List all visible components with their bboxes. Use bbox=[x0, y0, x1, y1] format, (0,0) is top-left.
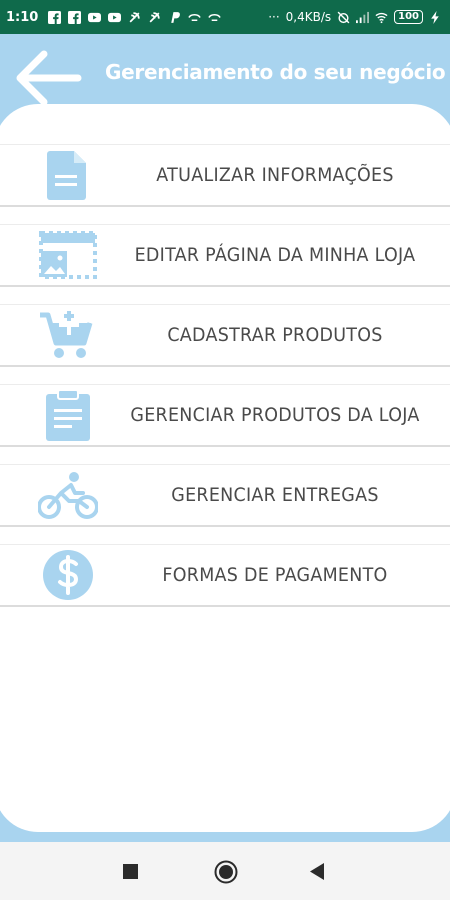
circle-icon[interactable] bbox=[214, 860, 238, 884]
triangle-back-icon[interactable] bbox=[310, 863, 324, 880]
status-time: 1:10 bbox=[6, 9, 39, 25]
app-notification-icon bbox=[149, 11, 161, 22]
signal-icon bbox=[356, 11, 370, 23]
square-icon[interactable] bbox=[123, 864, 138, 879]
youtube-icon bbox=[88, 12, 102, 22]
facebook-icon bbox=[48, 10, 62, 24]
cart-add-icon bbox=[40, 311, 93, 358]
menu-item-manage-deliveries[interactable]: GERENCIAR ENTREGAS bbox=[0, 464, 450, 527]
app-notification-icon bbox=[188, 13, 202, 21]
menu-item-register-products[interactable]: CADASTRAR PRODUTOS bbox=[0, 304, 450, 367]
menu-item-payment-methods[interactable]: FORMAS DE PAGAMENTO bbox=[0, 544, 450, 607]
document-icon bbox=[47, 151, 86, 200]
charging-icon bbox=[431, 10, 439, 24]
menu-item-label: CADASTRAR PRODUTOS bbox=[167, 324, 383, 346]
app-header: Gerenciamento do seu negócio bbox=[0, 34, 450, 112]
menu-item-label: GERENCIAR PRODUTOS DA LOJA bbox=[130, 404, 420, 426]
clipboard-icon bbox=[46, 389, 90, 441]
menu-item-label: EDITAR PÁGINA DA MINHA LOJA bbox=[134, 244, 416, 266]
app-notification-icon bbox=[129, 11, 141, 22]
system-nav-bar bbox=[0, 842, 450, 900]
menu-item-label: ATUALIZAR INFORMAÇÕES bbox=[156, 164, 394, 186]
menu-item-label: GERENCIAR ENTREGAS bbox=[171, 484, 379, 506]
network-speed: 0,4KB/s bbox=[285, 10, 332, 24]
menu-item-edit-store-page[interactable]: EDITAR PÁGINA DA MINHA LOJA bbox=[0, 224, 450, 287]
battery-icon: 100 bbox=[394, 10, 423, 24]
wifi-icon bbox=[375, 12, 388, 23]
menu-item-update-info[interactable]: ATUALIZAR INFORMAÇÕES bbox=[0, 144, 450, 207]
facebook-icon bbox=[68, 10, 82, 24]
more-dots-icon: ··· bbox=[268, 10, 280, 24]
menu-item-manage-products[interactable]: GERENCIAR PRODUTOS DA LOJA bbox=[0, 384, 450, 447]
status-bar: 1:10 ··· 0,4KB/s 100 bbox=[0, 0, 450, 34]
image-edit-icon bbox=[39, 231, 97, 279]
dollar-icon bbox=[43, 550, 93, 600]
bicycle-icon bbox=[38, 472, 98, 519]
app-notification-icon bbox=[208, 13, 222, 21]
youtube-icon bbox=[108, 12, 122, 22]
alarm-off-icon bbox=[337, 11, 350, 23]
page-title: Gerenciamento do seu negócio bbox=[105, 60, 446, 84]
arrow-left-icon[interactable] bbox=[14, 50, 82, 106]
menu-item-label: FORMAS DE PAGAMENTO bbox=[162, 564, 388, 586]
paypal-icon bbox=[171, 11, 181, 23]
